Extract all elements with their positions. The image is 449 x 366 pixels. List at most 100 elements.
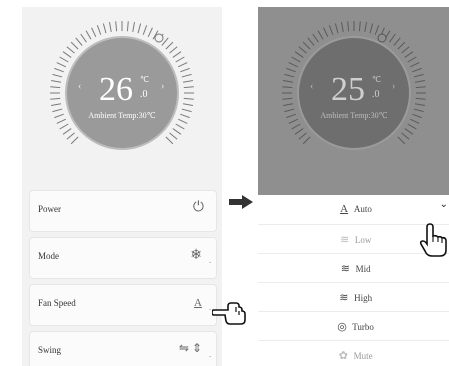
pointing-hand-icon: [420, 223, 447, 257]
dial-tick: [165, 136, 174, 145]
temp-up-arrow[interactable]: ›: [161, 81, 164, 92]
fan-option-high[interactable]: ≋ High: [258, 282, 449, 312]
temperature-value: 26: [99, 71, 133, 108]
dial-tick: [182, 80, 193, 83]
snowflake-icon: ❄: [190, 248, 202, 263]
temperature-dial[interactable]: ‹ › 26 ℃ .0 Ambient Temp:30℃: [22, 7, 222, 187]
dial-tick: [80, 33, 87, 43]
ambient-temp: Ambient Temp:30℃: [88, 111, 156, 120]
dial-tick: [182, 103, 193, 106]
dial-tick: [59, 56, 69, 63]
dial-tick: [291, 123, 301, 130]
dial-tick: [54, 67, 64, 73]
dial-tick: [175, 56, 185, 63]
dial-tick: [50, 86, 61, 89]
power-control[interactable]: Power ⏻: [30, 191, 216, 231]
dial-tick: [126, 21, 129, 32]
dial-knob[interactable]: [154, 33, 164, 43]
dial-tick: [283, 103, 294, 106]
control-label: Fan Speed: [38, 298, 76, 308]
dial-tick: [404, 128, 414, 135]
mute-icon: ✿: [338, 350, 348, 362]
dial-tick: [328, 25, 334, 35]
option-label: Mid: [355, 264, 371, 274]
dial-tick: [181, 73, 192, 78]
dial-tick: [312, 33, 319, 43]
chevron-down-icon[interactable]: ⌄: [440, 199, 448, 210]
temperature-decimal: .0: [372, 89, 380, 100]
dial-tick: [369, 23, 374, 34]
fan-option-auto[interactable]: A Auto ⌄: [258, 195, 449, 224]
auto-icon: A: [340, 203, 349, 215]
dial-tick: [132, 22, 135, 33]
dial-tick: [364, 22, 367, 33]
low-icon: ≋: [340, 234, 350, 246]
temp-down-arrow: ‹: [310, 81, 314, 92]
dial-tick: [59, 123, 69, 130]
fan-option-mute[interactable]: ✿ Mute: [258, 340, 449, 366]
dial-knob: [377, 33, 387, 43]
dial-tick: [52, 108, 63, 113]
left-screen: ‹ › 26 ℃ .0 Ambient Temp:30℃ Power ⏻ Mod…: [22, 7, 222, 366]
dial-tick: [66, 46, 75, 54]
dial-tick: [302, 41, 311, 50]
control-label: Mode: [38, 251, 59, 261]
power-icon: ⏻: [192, 200, 204, 215]
mode-control[interactable]: Mode ❄ .: [30, 238, 216, 278]
dial-tick: [91, 27, 97, 38]
dial-tick: [401, 46, 410, 54]
dial-tick: [147, 27, 153, 38]
dial-tick: [374, 25, 380, 35]
dial-tick: [412, 67, 422, 73]
temp-down-arrow[interactable]: ‹: [78, 81, 81, 92]
dial-tick: [317, 30, 324, 40]
dial-tick: [283, 80, 294, 83]
ambient-temp: Ambient Temp:30℃: [320, 111, 388, 120]
dial-tick: [397, 136, 406, 145]
dial-tick: [389, 33, 396, 43]
dial-tick: [180, 67, 190, 73]
high-icon: ≋: [339, 292, 349, 304]
dial-tick: [109, 22, 112, 33]
dial-tick: [334, 23, 339, 34]
dial-tick: [323, 27, 329, 38]
dial-tick: [407, 56, 417, 63]
dial-tick: [50, 97, 61, 100]
fan-speed-control[interactable]: Fan Speed A .: [30, 285, 216, 325]
dial-tick: [358, 21, 361, 32]
dial-tick: [407, 123, 417, 130]
swing-icon: ⇋ ⇕: [178, 341, 202, 355]
dial-tick: [282, 86, 293, 89]
dial-tick: [172, 51, 182, 58]
dial-tick: [52, 73, 63, 78]
turbo-icon: ◎: [337, 321, 347, 333]
option-label: Mute: [353, 351, 373, 361]
option-label: Turbo: [352, 322, 374, 332]
swing-control[interactable]: Swing ⇋ ⇕ .: [30, 332, 216, 366]
option-label: High: [354, 293, 373, 303]
dial-tick: [294, 128, 304, 135]
dial-tick: [393, 37, 401, 46]
dial-tick: [181, 108, 192, 113]
dial-tick: [169, 132, 178, 140]
dial-tick: [165, 41, 174, 50]
temperature-dial: ‹ › 25 ℃ .0 Ambient Temp:30℃: [258, 7, 449, 187]
dial-tick: [397, 41, 406, 50]
temperature-decimal: .0: [140, 89, 148, 100]
dial-tick: [62, 128, 72, 135]
option-label: Low: [354, 235, 372, 245]
dial-tick: [288, 62, 299, 68]
dial-tick: [75, 37, 83, 46]
dial-tick: [172, 128, 182, 135]
transition-arrow-icon: [229, 195, 253, 214]
dial-tick: [62, 51, 72, 58]
right-screen: ‹ › 25 ℃ .0 Ambient Temp:30℃ A Auto ⌄ ≋ …: [258, 7, 449, 366]
dial-tick: [70, 136, 79, 145]
dial-tick: [286, 67, 296, 73]
fan-option-turbo[interactable]: ◎ Turbo: [258, 311, 449, 341]
dial-tick: [291, 56, 301, 63]
fan-auto-icon: A: [194, 297, 202, 309]
control-label: Power: [38, 204, 61, 214]
dial-tick: [183, 97, 194, 100]
dial-tick: [298, 46, 307, 54]
